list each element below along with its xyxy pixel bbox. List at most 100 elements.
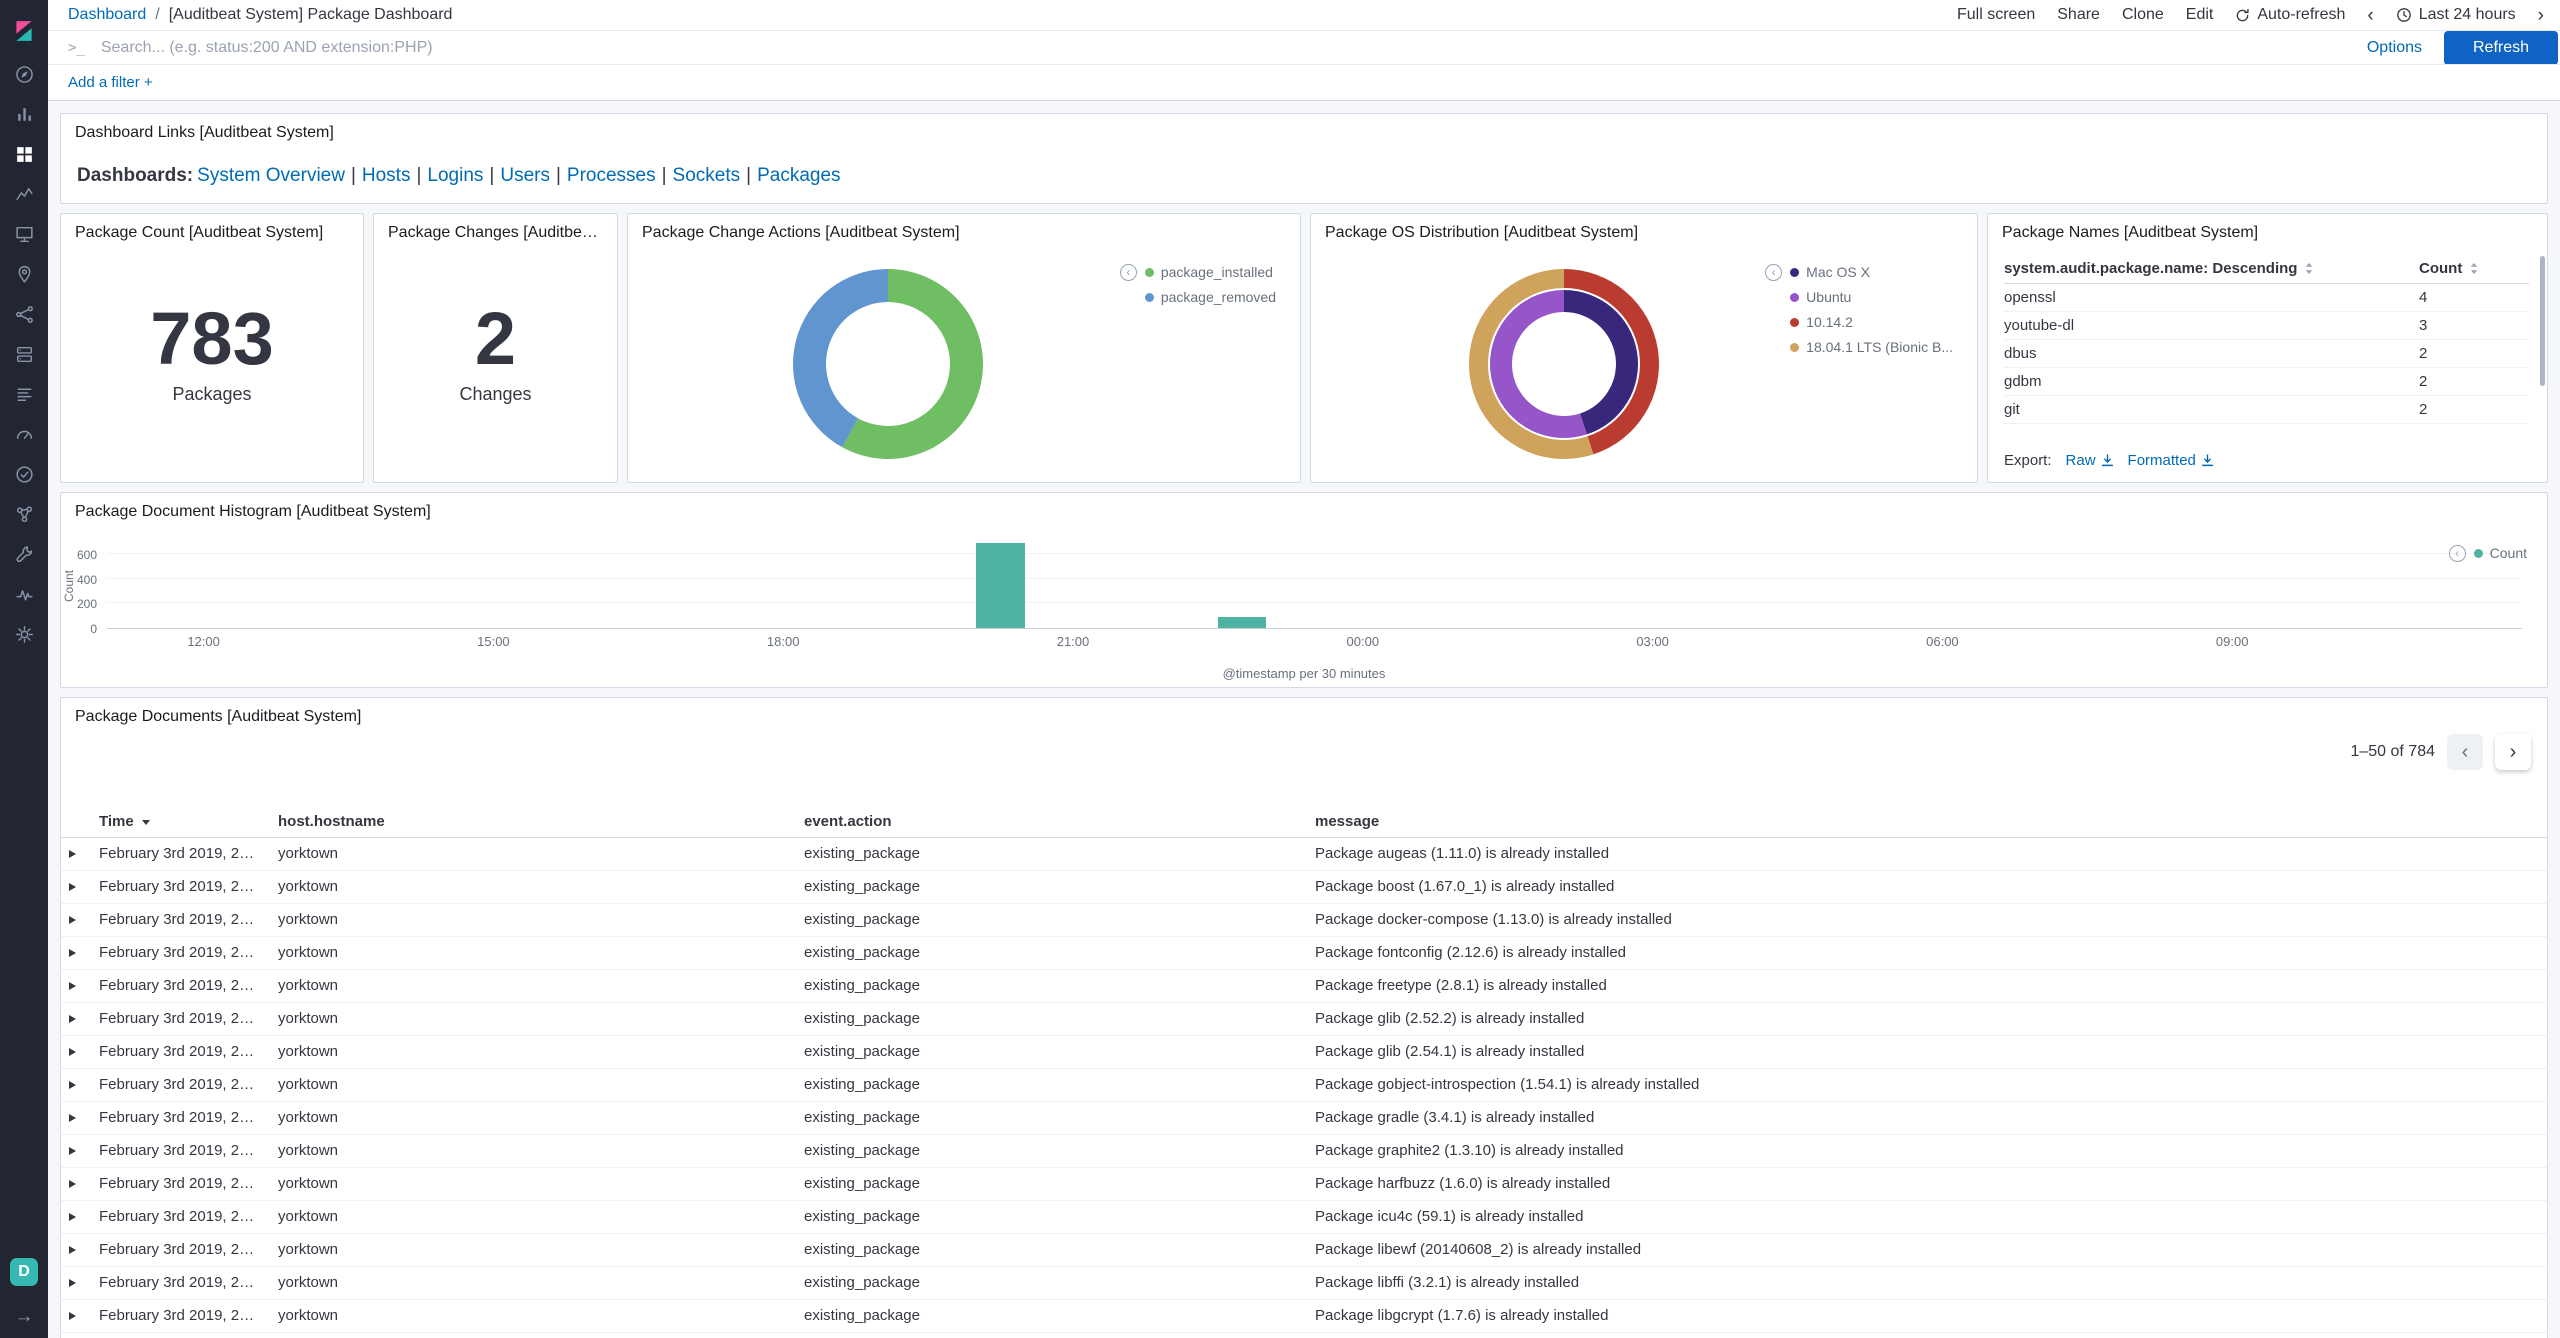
search-input[interactable]: [98, 37, 2345, 58]
expand-row-button[interactable]: [61, 1200, 91, 1234]
document-row[interactable]: February 3rd 2019, 22:40:04.121yorktowne…: [61, 1233, 2547, 1267]
time-picker-button[interactable]: Last 24 hours: [2396, 6, 2516, 24]
time-back-icon[interactable]: ‹: [2367, 6, 2373, 25]
legend-toggle-icon[interactable]: ‹: [1119, 264, 1137, 281]
document-row[interactable]: February 3rd 2019, 22:40:04.121yorktowne…: [61, 1134, 2547, 1168]
dashboard-link-users[interactable]: Users: [500, 165, 550, 186]
legend-item[interactable]: package_removed: [1144, 289, 1276, 305]
expand-row-button[interactable]: [61, 1233, 91, 1267]
package-name-row[interactable]: openssl 4: [2004, 284, 2529, 312]
legend-item[interactable]: Ubuntu: [1790, 289, 1953, 305]
sidebar-item-dev-tools[interactable]: [0, 534, 48, 574]
expand-row-button[interactable]: [61, 903, 91, 937]
document-row[interactable]: February 3rd 2019, 22:40:04.121yorktowne…: [61, 1101, 2547, 1135]
expand-row-button[interactable]: [61, 1167, 91, 1201]
package-name-row[interactable]: git 2: [2004, 396, 2529, 424]
legend-item[interactable]: 10.14.2: [1790, 314, 1953, 330]
legend-item[interactable]: 18.04.1 LTS (Bionic B...: [1790, 339, 1953, 355]
export-formatted-link[interactable]: Formatted: [2128, 452, 2214, 469]
histogram-bar[interactable]: [1217, 616, 1267, 628]
document-row[interactable]: February 3rd 2019, 22:40:04.121yorktowne…: [61, 1068, 2547, 1102]
options-link[interactable]: Options: [2367, 39, 2422, 57]
expand-row-button[interactable]: [61, 1035, 91, 1069]
dashboard-link-sockets[interactable]: Sockets: [673, 165, 741, 186]
document-row[interactable]: February 3rd 2019, 22:40:04.121yorktowne…: [61, 1167, 2547, 1201]
package-name-row[interactable]: youtube-dl 3: [2004, 312, 2529, 340]
column-header-action[interactable]: event.action: [796, 806, 1307, 838]
export-raw-link[interactable]: Raw: [2066, 452, 2114, 469]
sidebar-item-uptime[interactable]: [0, 454, 48, 494]
sort-icon[interactable]: [2469, 262, 2479, 275]
refresh-button[interactable]: Refresh: [2444, 30, 2558, 65]
expand-row-button[interactable]: [61, 1134, 91, 1168]
edit-button[interactable]: Edit: [2186, 6, 2214, 24]
expand-row-button[interactable]: [61, 1266, 91, 1300]
document-row[interactable]: February 3rd 2019, 22:40:04.121yorktowne…: [61, 969, 2547, 1003]
document-row[interactable]: February 3rd 2019, 22:40:04.121yorktowne…: [61, 837, 2547, 871]
share-button[interactable]: Share: [2057, 6, 2100, 24]
legend-item[interactable]: package_installed: [1144, 264, 1276, 280]
sidebar-item-canvas[interactable]: [0, 214, 48, 254]
dashboard-link-logins[interactable]: Logins: [427, 165, 483, 186]
expand-row-button[interactable]: [61, 1101, 91, 1135]
sidebar-item-timelion[interactable]: [0, 174, 48, 214]
auto-refresh-button[interactable]: Auto-refresh: [2235, 6, 2345, 24]
sidebar-item-dashboard[interactable]: [0, 134, 48, 174]
document-row[interactable]: February 3rd 2019, 22:40:04.121yorktowne…: [61, 870, 2547, 904]
time-forward-icon[interactable]: ›: [2538, 6, 2544, 25]
column-header-time[interactable]: Time: [91, 806, 270, 838]
expand-row-button[interactable]: [61, 837, 91, 871]
document-row[interactable]: February 3rd 2019, 22:40:04.121yorktowne…: [61, 1035, 2547, 1069]
document-row[interactable]: February 3rd 2019, 22:40:04.121yorktowne…: [61, 1299, 2547, 1333]
space-badge[interactable]: D: [10, 1258, 38, 1286]
breadcrumb-dashboard-link[interactable]: Dashboard: [68, 6, 146, 24]
expand-row-button[interactable]: [61, 969, 91, 1003]
sidebar-item-management[interactable]: [0, 614, 48, 654]
expand-row-button[interactable]: [61, 1002, 91, 1036]
sidebar-item-discover[interactable]: [0, 54, 48, 94]
sidebar-item-apm[interactable]: [0, 414, 48, 454]
column-header-host[interactable]: host.hostname: [270, 806, 796, 838]
sidebar-item-infrastructure[interactable]: [0, 334, 48, 374]
clone-button[interactable]: Clone: [2122, 6, 2164, 24]
sidebar-item-logs[interactable]: [0, 374, 48, 414]
document-row[interactable]: February 3rd 2019, 22:40:04.121yorktowne…: [61, 1200, 2547, 1234]
column-header-message[interactable]: message: [1307, 806, 2547, 838]
expand-row-button[interactable]: [61, 1332, 91, 1338]
document-row[interactable]: February 3rd 2019, 22:40:04.121yorktowne…: [61, 1002, 2547, 1036]
sidebar-item-machine-learning[interactable]: [0, 294, 48, 334]
previous-page-button[interactable]: ‹: [2447, 734, 2483, 770]
dashboard-link-hosts[interactable]: Hosts: [362, 165, 411, 186]
count-column-header[interactable]: Count: [2419, 260, 2529, 277]
document-row[interactable]: February 3rd 2019, 22:40:04.121yorktowne…: [61, 1332, 2547, 1338]
dashboard-link-system-overview[interactable]: System Overview: [197, 165, 345, 186]
sidebar-item-maps[interactable]: [0, 254, 48, 294]
collapse-nav-icon[interactable]: →: [15, 1306, 34, 1328]
expand-row-button[interactable]: [61, 936, 91, 970]
histogram-bar[interactable]: [976, 542, 1025, 628]
dashboard-link-processes[interactable]: Processes: [567, 165, 656, 186]
sidebar-item-graph[interactable]: [0, 494, 48, 534]
add-filter-link[interactable]: Add a filter +: [68, 74, 153, 91]
expand-row-button[interactable]: [61, 1299, 91, 1333]
legend-toggle-icon[interactable]: ‹: [1765, 264, 1783, 281]
kibana-logo[interactable]: [0, 8, 48, 54]
document-row[interactable]: February 3rd 2019, 22:40:04.121yorktowne…: [61, 903, 2547, 937]
full-screen-button[interactable]: Full screen: [1957, 6, 2035, 24]
package-name-row[interactable]: dbus 2: [2004, 340, 2529, 368]
legend-item[interactable]: Count: [2473, 545, 2527, 561]
sidebar-item-monitoring[interactable]: [0, 574, 48, 614]
expand-row-button[interactable]: [61, 870, 91, 904]
sort-icon[interactable]: [2304, 262, 2314, 275]
expand-row-button[interactable]: [61, 1068, 91, 1102]
sidebar-item-visualize[interactable]: [0, 94, 48, 134]
document-row[interactable]: February 3rd 2019, 22:40:04.121yorktowne…: [61, 1266, 2547, 1300]
next-page-button[interactable]: ›: [2495, 734, 2531, 770]
donut-slice-package-removed[interactable]: [792, 269, 888, 448]
legend-item[interactable]: Mac OS X: [1790, 264, 1953, 280]
panel-scrollbar[interactable]: [2540, 256, 2545, 386]
package-name-row[interactable]: gdbm 2: [2004, 368, 2529, 396]
dashboard-link-packages[interactable]: Packages: [757, 165, 840, 186]
legend-toggle-icon[interactable]: ‹: [2448, 545, 2466, 562]
document-row[interactable]: February 3rd 2019, 22:40:04.121yorktowne…: [61, 936, 2547, 970]
